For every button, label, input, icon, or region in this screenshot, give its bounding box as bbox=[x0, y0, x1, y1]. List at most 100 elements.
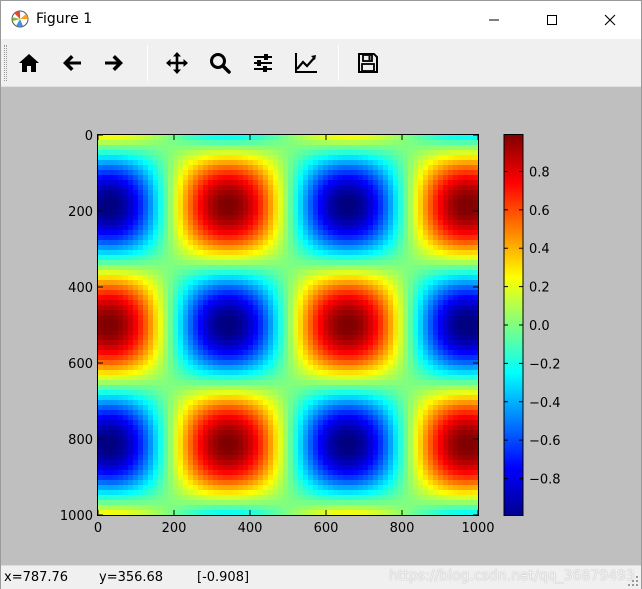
home-button[interactable] bbox=[13, 47, 45, 79]
heatmap-cell bbox=[313, 355, 319, 361]
heatmap-cell bbox=[313, 160, 319, 166]
heatmap-cell bbox=[203, 370, 209, 376]
heatmap-cell bbox=[328, 275, 334, 281]
heatmap-cell bbox=[273, 260, 279, 266]
heatmap-cell bbox=[198, 230, 204, 236]
heatmap-cell bbox=[118, 390, 124, 396]
heatmap-cell bbox=[173, 390, 179, 396]
heatmap-cell bbox=[408, 390, 414, 396]
heatmap-cell bbox=[448, 250, 454, 256]
heatmap-cell bbox=[193, 335, 199, 341]
heatmap-cell bbox=[333, 175, 339, 181]
heatmap-cell bbox=[103, 140, 109, 146]
heatmap-cell bbox=[98, 290, 104, 296]
edit-axes-button[interactable] bbox=[290, 47, 322, 79]
heatmap-cell bbox=[388, 455, 394, 461]
heatmap-cell bbox=[158, 260, 164, 266]
pan-button[interactable] bbox=[161, 47, 193, 79]
heatmap-cell bbox=[463, 140, 469, 146]
heatmap-cell bbox=[198, 325, 204, 331]
heatmap-cell bbox=[228, 375, 234, 381]
heatmap-cell bbox=[228, 425, 234, 431]
heatmap-cell bbox=[258, 340, 264, 346]
heatmap-cell bbox=[393, 150, 399, 156]
heatmap-cell bbox=[123, 450, 129, 456]
heatmap-cell bbox=[418, 410, 424, 416]
heatmap-cell bbox=[443, 435, 449, 441]
heatmap-cell bbox=[343, 170, 349, 176]
heatmap-cell bbox=[203, 255, 209, 261]
heatmap-cell bbox=[418, 225, 424, 231]
heatmap-cell bbox=[243, 350, 249, 356]
figure-canvas[interactable]: 0 200 400 600 800 1000 0 200 400 600 800 1000 0.8 0… bbox=[1, 87, 641, 565]
heatmap-cell bbox=[408, 185, 414, 191]
forward-button[interactable] bbox=[98, 47, 130, 79]
heatmap-cell bbox=[393, 405, 399, 411]
heatmap-cell bbox=[353, 360, 359, 366]
minimize-button[interactable] bbox=[471, 1, 517, 39]
heatmap-cell bbox=[423, 295, 429, 301]
heatmap-cell bbox=[168, 405, 174, 411]
heatmap-cell bbox=[338, 440, 344, 446]
heatmap-cell bbox=[218, 290, 224, 296]
heatmap-cell bbox=[163, 245, 169, 251]
toolbar-grip[interactable] bbox=[4, 45, 7, 81]
heatmap-cell bbox=[363, 280, 369, 286]
heatmap-cell bbox=[178, 260, 184, 266]
heatmap-cell bbox=[148, 235, 154, 241]
heatmap-cell bbox=[103, 210, 109, 216]
heatmap-cell bbox=[213, 230, 219, 236]
heatmap-cell bbox=[233, 395, 239, 401]
heatmap-cell bbox=[428, 375, 434, 381]
heatmap-cell bbox=[393, 175, 399, 181]
heatmap-cell bbox=[323, 415, 329, 421]
heatmap-cell bbox=[353, 145, 359, 151]
heatmap-cell bbox=[348, 425, 354, 431]
heatmap-cell bbox=[473, 145, 479, 151]
heatmap-cell bbox=[153, 435, 159, 441]
heatmap-cell bbox=[428, 380, 434, 386]
heatmap-cell bbox=[153, 140, 159, 146]
heatmap-cell bbox=[388, 155, 394, 161]
close-button[interactable] bbox=[587, 1, 633, 39]
heatmap-cell bbox=[268, 205, 274, 211]
save-button[interactable] bbox=[352, 47, 384, 79]
heatmap-cell bbox=[193, 445, 199, 451]
heatmap-cell bbox=[408, 285, 414, 291]
heatmap-cell bbox=[378, 230, 384, 236]
heatmap-cell bbox=[353, 330, 359, 336]
heatmap-cell bbox=[343, 280, 349, 286]
heatmap-cell bbox=[123, 440, 129, 446]
heatmap-cell bbox=[413, 295, 419, 301]
heatmap-cell bbox=[138, 295, 144, 301]
heatmap-cell bbox=[198, 330, 204, 336]
heatmap-cell bbox=[183, 455, 189, 461]
maximize-button[interactable] bbox=[529, 1, 575, 39]
heatmap-cell bbox=[168, 285, 174, 291]
heatmap-cell bbox=[128, 375, 134, 381]
heatmap-cell bbox=[123, 415, 129, 421]
heatmap-plot[interactable]: 0 200 400 600 800 1000 02004006008001000 0.80… bbox=[1, 87, 641, 565]
heatmap-cell bbox=[438, 455, 444, 461]
heatmap-cell bbox=[98, 400, 104, 406]
back-button[interactable] bbox=[56, 47, 88, 79]
heatmap-cell bbox=[413, 225, 419, 231]
heatmap-cell bbox=[453, 210, 459, 216]
heatmap-cell bbox=[98, 275, 104, 281]
title-bar[interactable]: Figure 1 bbox=[1, 1, 641, 39]
heatmap-cell bbox=[433, 170, 439, 176]
heatmap-cell bbox=[223, 285, 229, 291]
heatmap-cell bbox=[278, 290, 284, 296]
heatmap-cell bbox=[263, 210, 269, 216]
heatmap-cell bbox=[458, 450, 464, 456]
heatmap-cell bbox=[268, 260, 274, 266]
heatmap-cell bbox=[128, 235, 134, 241]
heatmap-cell bbox=[173, 400, 179, 406]
subplots-button[interactable] bbox=[247, 47, 279, 79]
heatmap-cell bbox=[118, 370, 124, 376]
zoom-button[interactable] bbox=[204, 47, 236, 79]
heatmap-cell bbox=[388, 190, 394, 196]
heatmap-cell bbox=[183, 175, 189, 181]
heatmap-cell bbox=[423, 315, 429, 321]
heatmap-cell bbox=[328, 260, 334, 266]
